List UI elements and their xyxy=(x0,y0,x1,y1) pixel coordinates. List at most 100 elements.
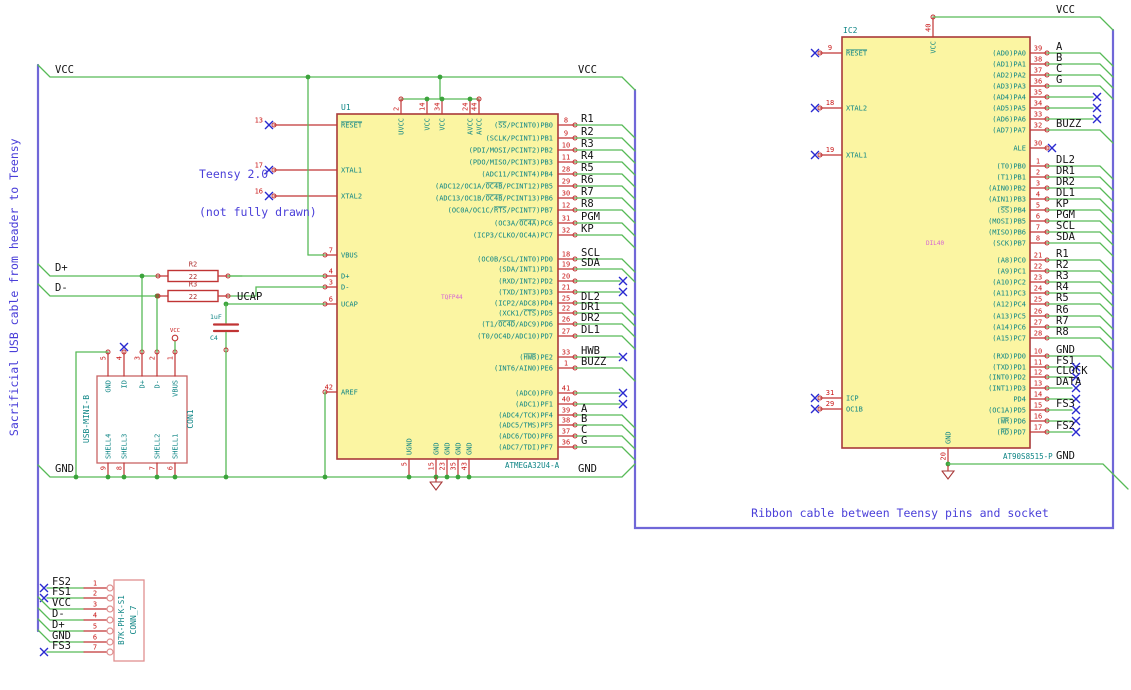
pin-number: 12 xyxy=(562,202,570,210)
pin-number: 10 xyxy=(562,142,570,150)
pin-number: 7 xyxy=(149,466,157,470)
pin-name: (WR)PD6 xyxy=(996,418,1026,426)
pin-name: (SCLK/PCINT1)PB1 xyxy=(486,135,553,143)
net-label: BUZZ xyxy=(581,356,606,368)
pin-number: 15 xyxy=(428,462,436,470)
pin-name: GND xyxy=(945,431,953,444)
vcc-rail xyxy=(37,64,636,91)
pin-name: GND xyxy=(433,442,441,455)
pin-number: 12 xyxy=(1034,369,1042,377)
net-label-vcc: VCC xyxy=(1056,4,1075,16)
pin-name: VCC xyxy=(439,118,447,131)
pin-name: XTAL2 xyxy=(341,193,362,201)
pin-number: 6 xyxy=(329,296,333,304)
pin-number: 29 xyxy=(562,178,570,186)
pin-name: (A12)PC4 xyxy=(992,301,1026,309)
pin-name: (ADC6/TDO)PF6 xyxy=(498,433,553,441)
net-label: R5 xyxy=(1056,292,1069,304)
schematic-page: U1 ATMEGA32U4-A TQFP44 2 UVCC 14 VCC 34 VCC 24 AVC… xyxy=(0,0,1131,690)
pin-name: UGND xyxy=(406,438,414,455)
net-label: BUZZ xyxy=(1056,118,1081,130)
ic2-vcc-wire xyxy=(932,16,1114,31)
pin-number: 37 xyxy=(562,428,570,436)
pin-number: 29 xyxy=(826,400,834,408)
bus-entry xyxy=(574,446,636,461)
pin-number: 42 xyxy=(325,384,333,392)
u1-value: ATMEGA32U4-A xyxy=(505,461,560,470)
net-label: KP xyxy=(581,223,594,235)
junction-dot xyxy=(424,96,430,102)
pin-number: 14 xyxy=(1034,391,1042,399)
pin-number: 34 xyxy=(434,103,442,111)
junction-dot xyxy=(406,474,412,480)
pin-number: 2 xyxy=(1036,169,1040,177)
pin-number: 28 xyxy=(562,166,570,174)
pin-socket xyxy=(106,616,114,624)
pin-name: VBUS xyxy=(341,252,358,260)
pin-number: 38 xyxy=(1034,56,1042,64)
pin-number: 13 xyxy=(1034,380,1042,388)
net-label: FS3 xyxy=(1056,398,1075,410)
pin-number: 5 xyxy=(401,462,409,466)
net-label: SDA xyxy=(581,257,601,269)
bus-entry xyxy=(574,268,636,283)
net-label: PGM xyxy=(581,211,600,223)
pin-name: RESET xyxy=(846,50,868,58)
pin-name: SHELL3 xyxy=(121,434,129,459)
pin-number: 6 xyxy=(167,466,175,470)
pin-number: 40 xyxy=(925,24,933,32)
pin-name: (ADC0)PF0 xyxy=(515,390,553,398)
pin-name: (A14)PC6 xyxy=(992,324,1026,332)
net-label-gnd: GND xyxy=(578,463,597,475)
net-label-d-: D- xyxy=(55,282,68,294)
pin-number: 8 xyxy=(564,117,568,125)
net-label: G xyxy=(1056,74,1062,86)
ic2-gnd-rail xyxy=(947,463,1129,490)
pin-number: 22 xyxy=(1034,263,1042,271)
pin-number: 1 xyxy=(1036,158,1040,166)
pin-number: 1 xyxy=(564,360,568,368)
net-label: DL1 xyxy=(581,324,600,336)
pin-name: (SS/PCINT0)PB0 xyxy=(494,122,553,130)
pin-number: 21 xyxy=(562,284,570,292)
pin-number: 15 xyxy=(1034,402,1042,410)
resistor-value: 22 xyxy=(189,293,197,301)
pin-name: (A11)PC3 xyxy=(992,290,1026,298)
pin-name: (A15)PC7 xyxy=(992,335,1026,343)
pin-name: (AIN1)PB3 xyxy=(988,196,1026,204)
ic2-ref: IC2 xyxy=(843,26,858,35)
pin-number: 36 xyxy=(562,439,570,447)
pin-name: VBUS xyxy=(172,380,180,397)
gnd-symbol xyxy=(941,470,956,480)
pin-name: (AD4)PA4 xyxy=(992,94,1026,102)
pin-number: 13 xyxy=(255,117,263,125)
gnd-symbol xyxy=(429,481,444,491)
pin-number: 32 xyxy=(1034,122,1042,130)
pin-name: (OC0B/SCL/INT0)PD0 xyxy=(477,256,553,264)
pin-number: 25 xyxy=(1034,296,1042,304)
pin-number: 6 xyxy=(93,634,97,642)
pin-name: SHELL1 xyxy=(172,434,180,459)
schematic-canvas: U1ATMEGA32U4-ATQFP442UVCC14VCC34VCC24AVC… xyxy=(36,4,1129,662)
pin-name: (RXD/INT2)PD2 xyxy=(498,278,553,286)
pin-number: 41 xyxy=(562,385,570,393)
pin-number: 3 xyxy=(1036,180,1040,188)
junction-dot xyxy=(455,474,461,480)
pin-number: 7 xyxy=(93,644,97,652)
pin-name: VCC xyxy=(930,41,938,54)
pin-number: 2 xyxy=(93,590,97,598)
junction-dot xyxy=(154,474,160,480)
pin-number: 35 xyxy=(450,462,458,470)
note-ribbon-cable: Ribbon cable between Teensy pins and soc… xyxy=(751,506,1049,520)
pin-socket xyxy=(106,648,114,656)
net-label: R5 xyxy=(581,162,594,174)
pin-number: 7 xyxy=(329,247,333,255)
conn7-value: B7K-PH-K-S1 xyxy=(117,595,126,645)
u1-footprint: TQFP44 xyxy=(441,294,463,301)
pin-name: AVCC xyxy=(476,118,484,135)
pin-name: D- xyxy=(341,284,349,292)
pin-number: 10 xyxy=(1034,348,1042,356)
pin-name: (INT0)PD2 xyxy=(988,374,1026,382)
junction-dot xyxy=(105,474,111,480)
pin-number: 9 xyxy=(564,130,568,138)
